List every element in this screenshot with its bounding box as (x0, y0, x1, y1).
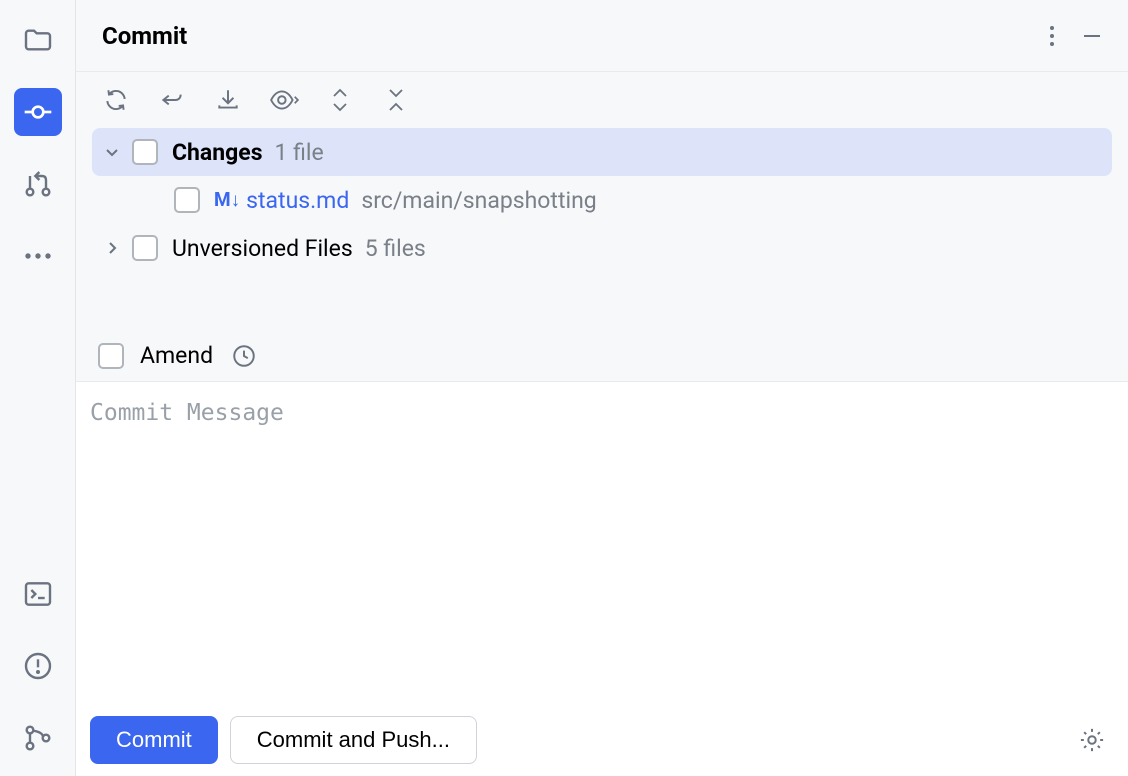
file-path: src/main/snapshotting (361, 187, 596, 214)
panel-header: Commit (76, 0, 1128, 72)
sidebar-more-icon[interactable] (14, 232, 62, 280)
unversioned-label: Unversioned Files (172, 235, 353, 262)
unversioned-group-row[interactable]: Unversioned Files 5 files (92, 224, 1112, 272)
markdown-file-icon: M↓ (214, 188, 240, 212)
shelve-icon[interactable] (210, 82, 246, 118)
changes-toolbar (76, 72, 1128, 128)
refresh-icon[interactable] (98, 82, 134, 118)
chevron-right-icon[interactable] (100, 236, 124, 260)
history-icon[interactable] (231, 343, 257, 369)
collapse-all-icon[interactable] (378, 82, 414, 118)
commit-message-input[interactable] (76, 382, 1128, 704)
expand-all-icon[interactable] (322, 82, 358, 118)
commit-button[interactable]: Commit (90, 716, 218, 764)
sidebar-git-icon[interactable] (14, 714, 62, 762)
file-checkbox[interactable] (174, 187, 200, 213)
sidebar (0, 0, 76, 776)
changes-checkbox[interactable] (132, 139, 158, 165)
sidebar-commit-icon[interactable] (14, 88, 62, 136)
options-icon[interactable] (1034, 18, 1070, 54)
minimize-icon[interactable] (1074, 18, 1110, 54)
commit-panel: Commit (76, 0, 1128, 776)
sidebar-project-icon[interactable] (14, 16, 62, 64)
sidebar-problems-icon[interactable] (14, 642, 62, 690)
amend-checkbox[interactable] (98, 343, 124, 369)
changes-tree: Changes 1 file M↓ status.md src/main/sna… (76, 128, 1128, 272)
unversioned-file-count: 5 files (365, 235, 426, 262)
sidebar-pull-requests-icon[interactable] (14, 160, 62, 208)
unversioned-checkbox[interactable] (132, 235, 158, 261)
commit-footer: Commit Commit and Push... (76, 704, 1128, 776)
chevron-down-icon[interactable] (100, 140, 124, 164)
amend-row: Amend (76, 326, 1128, 381)
changed-file-row[interactable]: M↓ status.md src/main/snapshotting (92, 176, 1112, 224)
rollback-icon[interactable] (154, 82, 190, 118)
changes-group-row[interactable]: Changes 1 file (92, 128, 1112, 176)
amend-label: Amend (140, 342, 213, 369)
changes-file-count: 1 file (275, 139, 324, 166)
preview-diff-icon[interactable] (266, 82, 302, 118)
file-name: status.md (246, 187, 349, 214)
sidebar-terminal-icon[interactable] (14, 570, 62, 618)
changes-label: Changes (172, 139, 263, 166)
commit-message-area (76, 381, 1128, 704)
commit-and-push-button[interactable]: Commit and Push... (230, 716, 477, 764)
gear-icon[interactable] (1074, 722, 1110, 758)
panel-title: Commit (102, 22, 1030, 50)
